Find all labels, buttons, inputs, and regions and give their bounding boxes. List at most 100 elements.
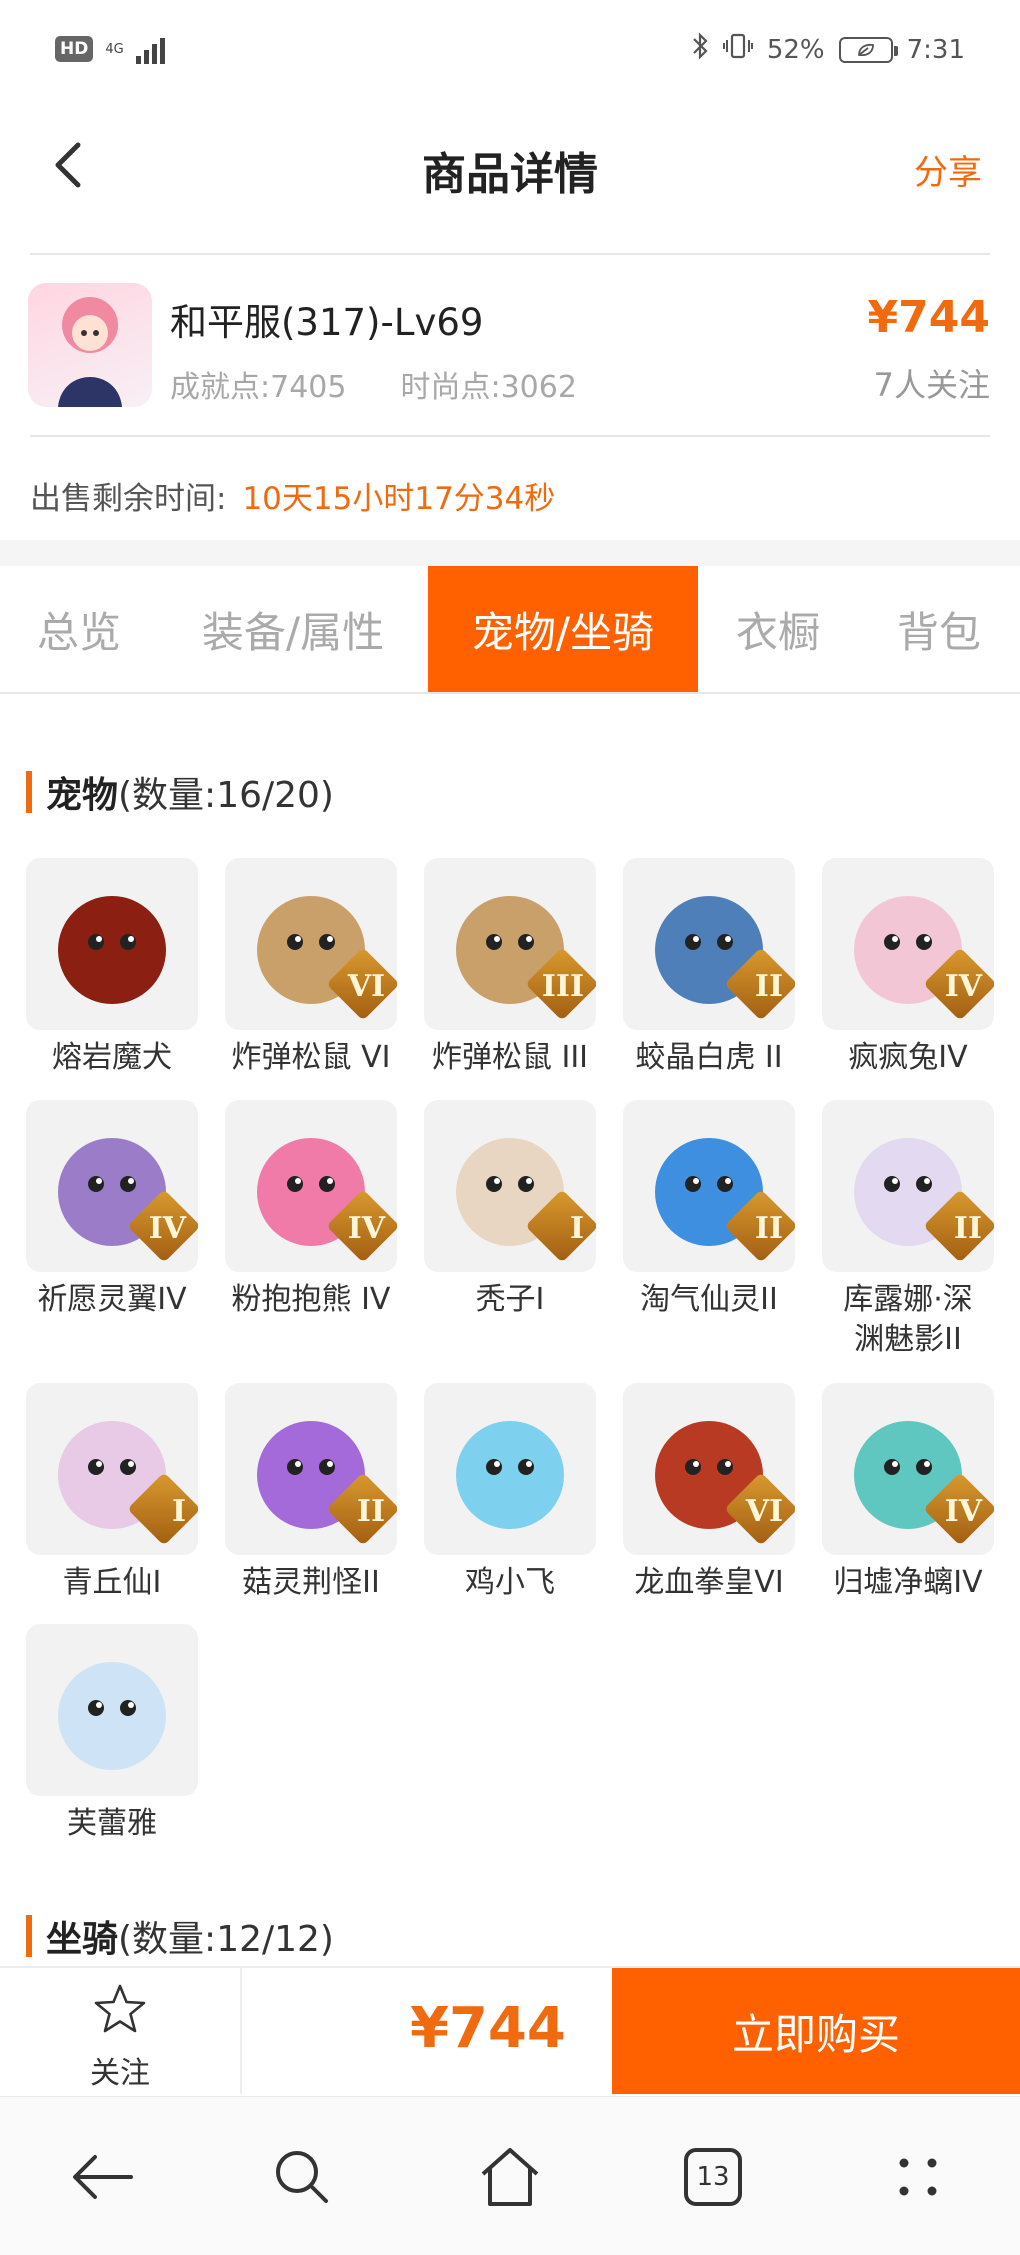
pet-name: 淘气仙灵II <box>640 1282 778 1317</box>
pet-item[interactable]: II 菇灵荆怪II <box>221 1383 401 1603</box>
arrow-left-icon <box>73 2155 133 2199</box>
home-button[interactable] <box>470 2137 550 2217</box>
section-gap <box>0 540 1020 566</box>
pet-image <box>26 858 198 1030</box>
page-title: 商品详情 <box>422 149 598 200</box>
tab-backpack[interactable]: 背包 <box>858 566 1020 692</box>
pet-image: III <box>424 858 596 1030</box>
pet-name: 鸡小飞 <box>465 1565 555 1600</box>
pet-item[interactable]: 鸡小飞 <box>420 1383 600 1603</box>
product-name: 和平服(317)-Lv69 <box>170 301 484 344</box>
tab-pets-mounts[interactable]: 宠物/坐骑 <box>428 566 698 692</box>
rank-badge-label: II <box>356 1494 385 1529</box>
buy-now-button[interactable]: 立即购买 <box>612 1968 1020 2094</box>
pet-name: 芙蕾雅 <box>67 1806 157 1841</box>
mounts-count: (数量:12/12) <box>118 1919 334 1960</box>
vibrate-icon <box>722 32 753 67</box>
search-icon <box>276 2151 328 2203</box>
hd-icon: HD <box>55 36 94 62</box>
pet-image: IV <box>225 1100 397 1272</box>
bottom-action-bar: 关注 ¥744 立即购买 <box>0 1966 1020 2094</box>
pet-name: 蛟晶白虎 II <box>635 1040 783 1075</box>
star-icon <box>94 1984 146 2033</box>
system-nav-bar: 13 <box>0 2096 1020 2255</box>
clock: 7:31 <box>906 34 965 65</box>
pets-count: (数量:16/20) <box>118 775 334 816</box>
remaining-time: 10天15小时17分34秒 <box>242 481 556 517</box>
rank-badge-label: IV <box>148 1211 186 1246</box>
tab-equipment[interactable]: 装备/属性 <box>158 566 428 692</box>
pet-item[interactable]: II 库露娜·深渊魅影II <box>818 1100 998 1360</box>
remaining-label: 出售剩余时间: <box>30 481 227 517</box>
pet-image: II <box>623 1100 795 1272</box>
bottom-price: ¥744 <box>410 1996 566 2061</box>
pet-name: 菇灵荆怪II <box>242 1565 380 1600</box>
pet-name: 疯疯兔IV <box>848 1040 968 1075</box>
character-avatar <box>28 283 152 407</box>
fashion-points: 时尚点:3062 <box>400 370 577 405</box>
signal-icon <box>135 34 165 64</box>
pet-name: 炸弹松鼠 VI <box>231 1040 391 1075</box>
tab-bar: 总览 装备/属性 宠物/坐骑 衣橱 背包 <box>0 566 1020 694</box>
pet-item[interactable]: II 蛟晶白虎 II <box>619 858 799 1078</box>
search-button[interactable] <box>262 2137 342 2217</box>
follow-label: 关注 <box>90 2056 150 2091</box>
tab-overview[interactable]: 总览 <box>0 566 158 692</box>
follower-count: 7人关注 <box>873 366 990 404</box>
rank-badge-label: VI <box>745 1494 783 1529</box>
header: 商品详情 分享 <box>0 110 1020 220</box>
rank-badge-label: VI <box>347 969 385 1004</box>
pet-item[interactable]: IV 粉抱抱熊 IV <box>221 1100 401 1320</box>
pet-image: I <box>26 1383 198 1555</box>
rank-badge-label: I <box>569 1211 584 1246</box>
status-bar: HD 4G 52% 7:31 <box>0 0 1020 100</box>
rank-badge-label: IV <box>944 1494 982 1529</box>
pet-item[interactable]: IV 疯疯兔IV <box>818 858 998 1078</box>
pet-item[interactable]: 熔岩魔犬 <box>22 858 202 1078</box>
pet-name: 龙血拳皇VI <box>634 1565 784 1600</box>
pet-item[interactable]: IV 归墟净螭IV <box>818 1383 998 1603</box>
pet-name: 库露娜·深渊魅影II <box>843 1282 973 1357</box>
pet-item[interactable]: II 淘气仙灵II <box>619 1100 799 1320</box>
pet-item[interactable]: VI 龙血拳皇VI <box>619 1383 799 1603</box>
section-marker <box>26 1915 32 1957</box>
pet-image: IV <box>26 1100 198 1272</box>
menu-button[interactable] <box>878 2137 958 2217</box>
tabs-count: 13 <box>696 2162 730 2192</box>
pet-item[interactable]: 芙蕾雅 <box>22 1624 202 1844</box>
product-price: ¥744 <box>867 292 990 343</box>
pet-item[interactable]: I 秃子I <box>420 1100 600 1320</box>
share-button[interactable]: 分享 <box>914 145 982 194</box>
rank-badge-label: IV <box>347 1211 385 1246</box>
pet-image <box>424 1383 596 1555</box>
pet-name: 熔岩魔犬 <box>52 1040 172 1075</box>
rank-badge-label: II <box>754 969 783 1004</box>
rank-badge-label: II <box>754 1211 783 1246</box>
tabs-button[interactable]: 13 <box>673 2137 753 2217</box>
rank-badge-label: III <box>541 969 584 1004</box>
divider <box>30 253 990 255</box>
tab-wardrobe[interactable]: 衣橱 <box>698 566 858 692</box>
pet-name: 炸弹松鼠 III <box>431 1040 589 1075</box>
pet-image: VI <box>225 858 397 1030</box>
pet-item[interactable]: VI 炸弹松鼠 VI <box>221 858 401 1078</box>
product-stats: 成就点:7405 时尚点:3062 <box>170 362 577 406</box>
pet-item[interactable]: IV 祈愿灵翼IV <box>22 1100 202 1320</box>
pet-name: 祈愿灵翼IV <box>37 1282 187 1317</box>
pet-name: 归墟净螭IV <box>833 1565 983 1600</box>
pet-image <box>26 1624 198 1796</box>
pet-image: IV <box>822 858 994 1030</box>
browser-back-button[interactable] <box>62 2137 142 2217</box>
achievement-points: 成就点:7405 <box>170 370 347 405</box>
mounts-title: 坐骑 <box>46 1919 119 1960</box>
pet-item[interactable]: III 炸弹松鼠 III <box>420 858 600 1078</box>
pet-image: IV <box>822 1383 994 1555</box>
pet-image: II <box>225 1383 397 1555</box>
menu-dots-icon <box>899 2158 937 2196</box>
page: HD 4G 52% 7:31 商品详情 分享 和平服(317)-Lv69 成就点… <box>0 0 1020 2255</box>
pet-image: II <box>822 1100 994 1272</box>
pet-name: 青丘仙I <box>62 1565 162 1600</box>
pet-image: II <box>623 858 795 1030</box>
pet-item[interactable]: I 青丘仙I <box>22 1383 202 1603</box>
follow-button[interactable]: 关注 <box>0 1968 242 2094</box>
